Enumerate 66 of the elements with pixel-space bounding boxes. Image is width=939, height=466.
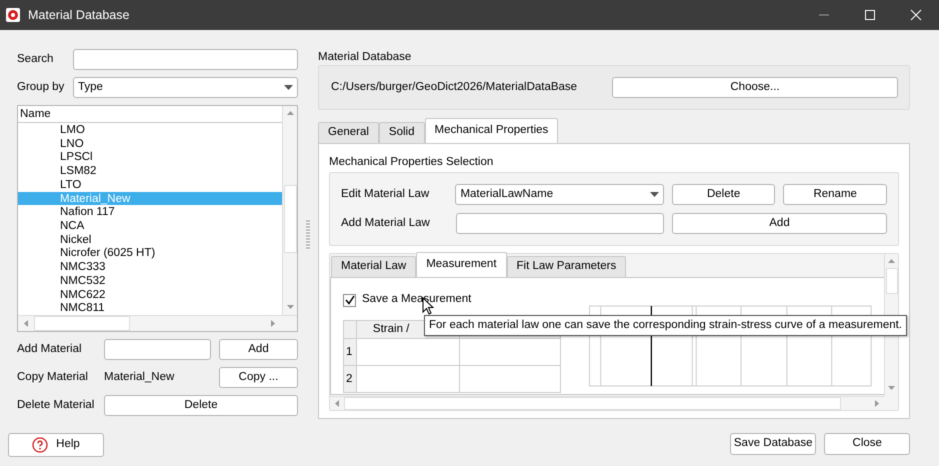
save-database-button[interactable]: Save Database <box>730 433 816 455</box>
table-cell[interactable] <box>459 366 561 393</box>
checkbox[interactable] <box>343 294 356 306</box>
group-by-label: Group by <box>17 80 66 95</box>
table-cell[interactable] <box>356 338 460 366</box>
tab[interactable]: Material Law <box>331 256 416 277</box>
add-button[interactable]: Add <box>219 339 298 360</box>
window-title: Material Database <box>28 6 130 24</box>
list-item[interactable]: LTO <box>18 178 282 192</box>
scroll-down-icon[interactable] <box>887 384 896 392</box>
material-name: Material_New <box>104 370 174 385</box>
list-item[interactable]: NMC532 <box>18 274 282 288</box>
edit-law-label: Edit Material Law <box>341 186 430 202</box>
delete-button[interactable]: Delete <box>672 184 776 205</box>
dropdown-arrow-icon[interactable] <box>650 192 659 197</box>
section-title: Mechanical Properties Selection <box>329 155 494 169</box>
list-item[interactable]: NCA <box>18 219 282 233</box>
scrollbar-thumb[interactable] <box>344 397 841 410</box>
add-button[interactable]: Add <box>672 213 887 234</box>
tab[interactable]: General <box>318 122 379 143</box>
splitter-handle-icon[interactable] <box>306 220 310 250</box>
add-law-label: Add Material Law <box>341 216 431 231</box>
scrollbar-thumb[interactable] <box>284 185 296 253</box>
path-text: C:/Users/burger/GeoDict2026/MaterialDataBase <box>331 80 578 95</box>
list-item[interactable]: Nafion 117 <box>18 205 282 220</box>
section-title: Material Database <box>318 50 412 63</box>
list-item[interactable]: Nicrofer (6025 HT) <box>18 246 282 260</box>
scroll-down-icon[interactable] <box>286 303 294 311</box>
list-item[interactable]: LPSCl <box>18 150 282 164</box>
material-law-dropdown[interactable]: MaterialLawName <box>455 184 664 205</box>
scrollbar-thumb[interactable] <box>34 316 130 331</box>
app-icon <box>6 8 20 22</box>
table-cell[interactable] <box>356 366 460 393</box>
list-item[interactable]: NMC622 <box>18 288 282 302</box>
delete-material-label: Delete Material <box>17 398 96 413</box>
copy-button[interactable]: Copy ... <box>219 367 298 388</box>
list-item[interactable]: LMO <box>18 123 282 137</box>
help-button[interactable]: Help <box>8 433 104 457</box>
list-item[interactable]: LSM82 <box>18 164 282 178</box>
list-item[interactable]: NMC811 <box>18 301 282 316</box>
list-item[interactable]: NMC333 <box>18 260 282 274</box>
tab[interactable]: Fit Law Parameters <box>506 256 626 277</box>
choose-button[interactable]: Choose... <box>612 77 898 98</box>
list-item[interactable]: LNO <box>18 136 282 150</box>
add-material-label: Add Material <box>17 342 83 357</box>
column-header[interactable]: Name <box>18 106 282 123</box>
scrollbar-thumb[interactable] <box>886 268 898 294</box>
group-by-dropdown[interactable]: Type <box>73 77 298 98</box>
delete-button[interactable]: Delete <box>104 395 298 416</box>
close-button[interactable]: Close <box>824 433 910 455</box>
tab[interactable]: Measurement <box>416 252 507 277</box>
table-cell[interactable] <box>459 338 561 366</box>
search-field[interactable] <box>73 49 298 70</box>
tab[interactable]: Mechanical Properties <box>424 118 558 143</box>
help-icon <box>32 437 48 453</box>
tab[interactable]: Solid <box>378 122 424 143</box>
material-name-field[interactable] <box>104 339 211 360</box>
search-label: Search <box>17 52 54 67</box>
dropdown-arrow-icon[interactable] <box>284 85 293 90</box>
copy-material-label: Copy Material <box>17 370 89 385</box>
rename-button[interactable]: Rename <box>783 184 887 205</box>
tooltip: For each material law one can save the corresponding strain-stress curve of a measurement. <box>424 315 907 336</box>
law-name-field[interactable] <box>456 213 664 234</box>
row-number: 1 <box>344 338 356 366</box>
row-number: 2 <box>344 366 356 393</box>
list-item[interactable]: Nickel <box>18 232 282 246</box>
